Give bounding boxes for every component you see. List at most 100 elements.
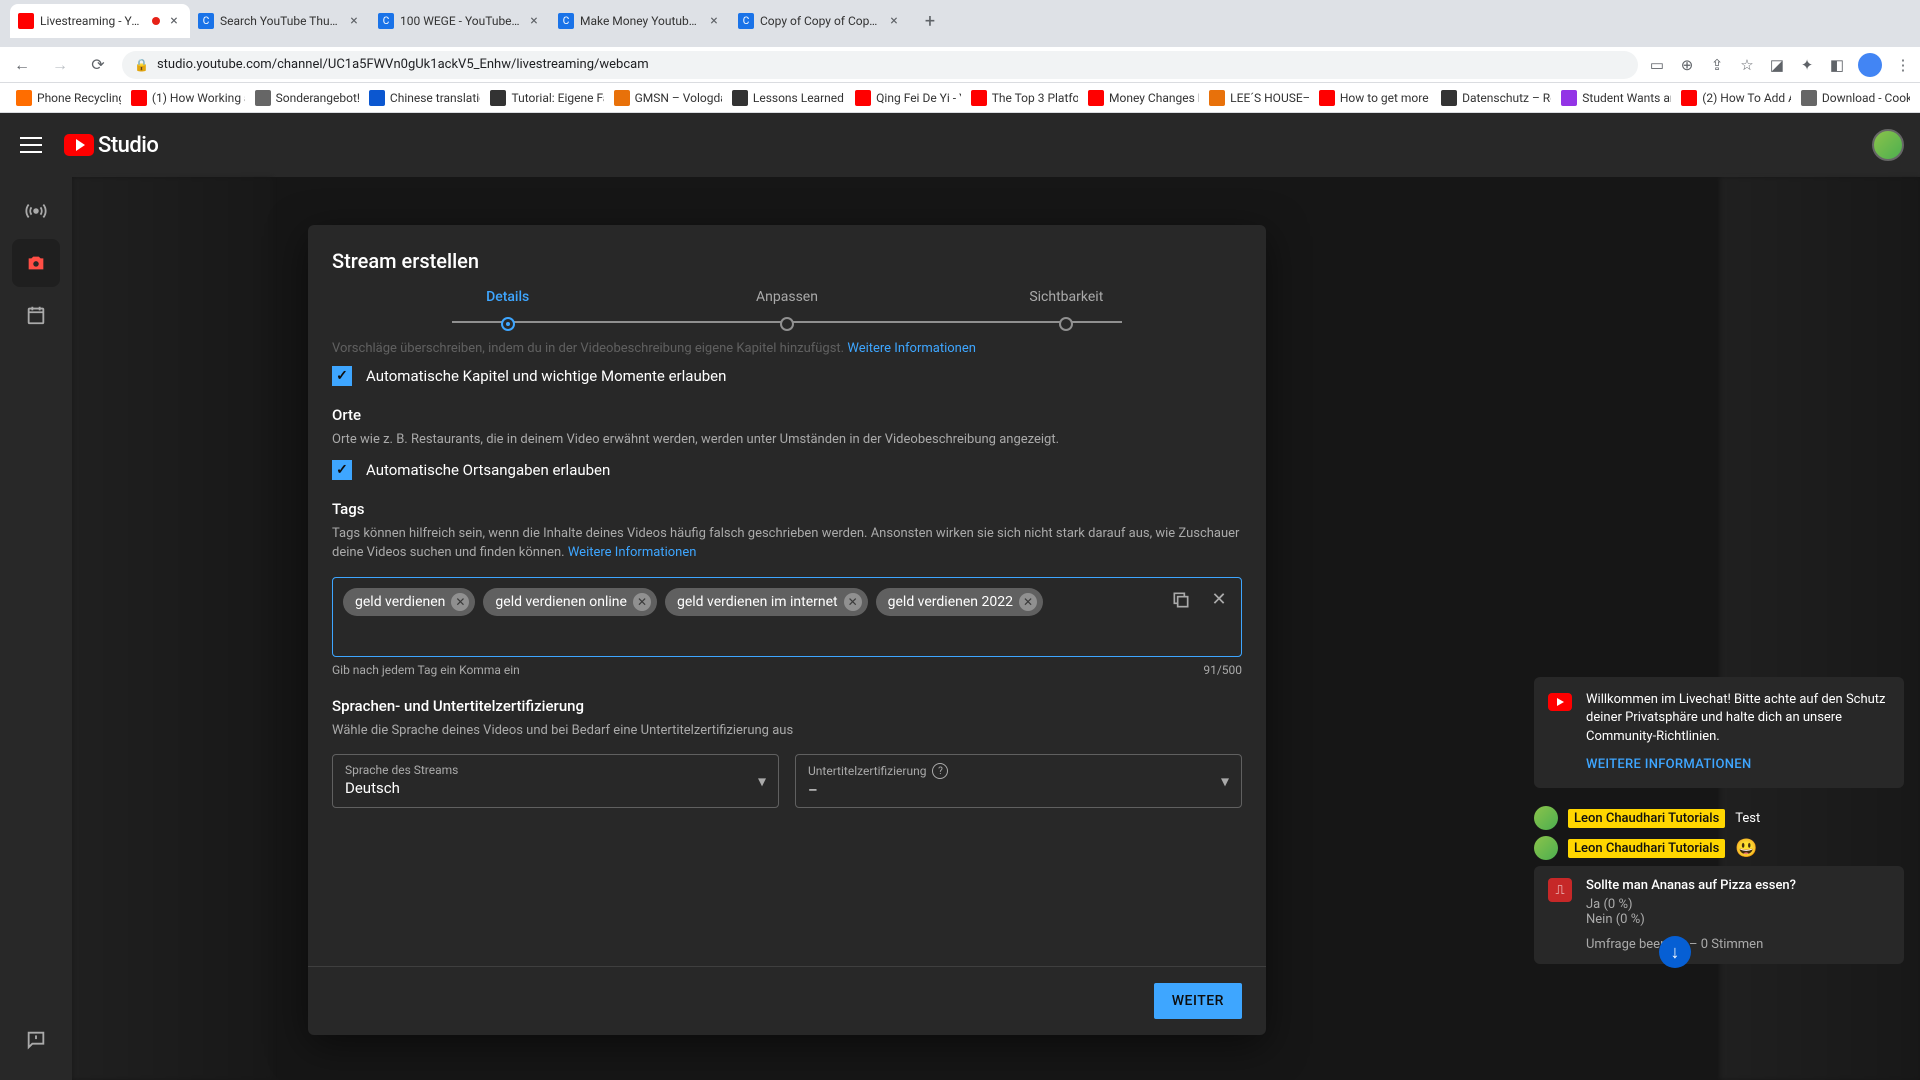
tag-chip: geld verdienen im internet✕ bbox=[665, 588, 868, 616]
clear-tags-button[interactable]: ✕ bbox=[1207, 588, 1231, 612]
bookmark-item[interactable]: Qing Fei De Yi - Y... bbox=[849, 87, 961, 109]
star-icon[interactable]: ☆ bbox=[1738, 56, 1756, 74]
bookmark-item[interactable]: The Top 3 Platfor... bbox=[965, 87, 1078, 109]
browser-tab[interactable]: C Search YouTube Thumbnail - C × bbox=[190, 4, 370, 38]
chat-text: 😃 bbox=[1735, 838, 1757, 859]
tags-input[interactable]: geld verdienen✕ geld verdienen online✕ g… bbox=[332, 577, 1242, 657]
avatar[interactable] bbox=[1534, 836, 1558, 860]
poll-status: Umfrage beendet – 0 Stimmen bbox=[1586, 937, 1890, 952]
extension-icon[interactable]: ◪ bbox=[1768, 56, 1786, 74]
auto-places-checkbox[interactable]: ✓ Automatische Ortsangaben erlauben bbox=[332, 460, 1242, 480]
reload-button[interactable]: ⟳ bbox=[84, 51, 112, 79]
poll-icon: ⎍ bbox=[1548, 878, 1572, 902]
chat-body[interactable]: Willkommen im Livechat! Bitte achte auf … bbox=[1518, 225, 1920, 974]
zoom-icon[interactable]: ⊕ bbox=[1678, 56, 1696, 74]
bookmark-item[interactable]: Tutorial: Eigene Fa... bbox=[484, 87, 603, 109]
close-icon[interactable]: × bbox=[706, 13, 722, 29]
close-icon[interactable]: × bbox=[526, 13, 542, 29]
bookmark-icon bbox=[1209, 90, 1225, 106]
new-tab-button[interactable]: + bbox=[916, 7, 944, 35]
browser-tab[interactable]: C 100 WEGE - YouTube Thumbn × bbox=[370, 4, 550, 38]
bookmark-icon bbox=[1561, 90, 1577, 106]
bookmark-item[interactable]: Money Changes E... bbox=[1082, 87, 1199, 109]
learn-more-link[interactable]: Weitere Informationen bbox=[568, 545, 697, 560]
rail-feedback[interactable] bbox=[12, 1016, 60, 1064]
dialog-title: Stream erstellen bbox=[308, 225, 1266, 289]
browser-tab[interactable]: C Make Money Youtube Thumb × bbox=[550, 4, 730, 38]
dialog-body[interactable]: Vorschläge überschreiben, indem du in de… bbox=[308, 335, 1266, 966]
auto-chapters-checkbox[interactable]: ✓ Automatische Kapitel und wichtige Mome… bbox=[332, 366, 1242, 386]
bookmark-item[interactable]: Student Wants an... bbox=[1555, 87, 1671, 109]
rail-stream[interactable] bbox=[12, 187, 60, 235]
scroll-down-button[interactable]: ↓ bbox=[1659, 936, 1691, 968]
back-button[interactable]: ← bbox=[8, 51, 36, 79]
bookmark-item[interactable]: Download - Cooki... bbox=[1795, 87, 1910, 109]
menu-button[interactable] bbox=[20, 133, 44, 157]
browser-tab-strip: Livestreaming - YouTube S × C Search You… bbox=[0, 0, 1920, 38]
cast-icon[interactable]: ▭ bbox=[1648, 56, 1666, 74]
tab-favicon bbox=[18, 13, 34, 29]
bookmark-item[interactable]: Lessons Learned f... bbox=[726, 87, 845, 109]
step-visibility[interactable]: Sichtbarkeit bbox=[927, 289, 1206, 335]
tags-hint: Gib nach jedem Tag ein Komma ein bbox=[332, 663, 520, 677]
tag-chip: geld verdienen 2022✕ bbox=[876, 588, 1043, 616]
puzzle-icon[interactable]: ✦ bbox=[1798, 56, 1816, 74]
learn-more-link[interactable]: Weitere Informationen bbox=[847, 341, 976, 356]
tab-favicon: C bbox=[198, 13, 214, 29]
bookmark-item[interactable]: How to get more v... bbox=[1313, 87, 1431, 109]
next-button[interactable]: WEITER bbox=[1154, 983, 1242, 1019]
youtube-icon bbox=[64, 134, 94, 156]
chat-author[interactable]: Leon Chaudhari Tutorials bbox=[1568, 839, 1725, 858]
browser-tab[interactable]: C Copy of Copy of Copy of Cop × bbox=[730, 4, 910, 38]
profile-avatar[interactable] bbox=[1858, 53, 1882, 77]
avatar[interactable] bbox=[1534, 806, 1558, 830]
forward-button[interactable]: → bbox=[46, 51, 74, 79]
bookmark-icon bbox=[855, 90, 871, 106]
stream-language-dropdown[interactable]: Sprache des Streams Deutsch ▾ bbox=[332, 754, 779, 808]
bookmark-icon bbox=[614, 90, 630, 106]
bookmark-item[interactable]: Phone Recycling... bbox=[10, 87, 121, 109]
tab-title: Livestreaming - YouTube S bbox=[40, 14, 146, 28]
remove-tag-icon[interactable]: ✕ bbox=[451, 593, 469, 611]
recording-indicator-icon bbox=[152, 17, 160, 25]
bookmark-item[interactable]: LEE´S HOUSE—... bbox=[1203, 87, 1309, 109]
remove-tag-icon[interactable]: ✕ bbox=[633, 593, 651, 611]
bookmark-item[interactable]: Chinese translatio... bbox=[363, 87, 481, 109]
tag-chip: geld verdienen online✕ bbox=[483, 588, 657, 616]
chat-author[interactable]: Leon Chaudhari Tutorials bbox=[1568, 809, 1725, 828]
bookmark-item[interactable]: GMSN – Vologda... bbox=[608, 87, 722, 109]
rail-manage[interactable] bbox=[12, 291, 60, 339]
create-stream-dialog: Stream erstellen Details Anpassen Sichtb… bbox=[308, 225, 1266, 1035]
help-icon[interactable]: ? bbox=[932, 763, 948, 779]
bookmark-item[interactable]: Sonderangebot! ... bbox=[249, 87, 359, 109]
camera-icon bbox=[25, 252, 47, 274]
step-details[interactable]: Details bbox=[368, 289, 647, 335]
bookmark-item[interactable]: (2) How To Add A... bbox=[1675, 87, 1791, 109]
copy-tags-button[interactable] bbox=[1169, 588, 1193, 612]
close-icon[interactable]: × bbox=[886, 13, 902, 29]
remove-tag-icon[interactable]: ✕ bbox=[844, 593, 862, 611]
kebab-icon[interactable]: ⋮ bbox=[1894, 56, 1912, 74]
bookmark-item[interactable]: (1) How Working a... bbox=[125, 87, 245, 109]
studio-logo[interactable]: Studio bbox=[64, 133, 158, 158]
antenna-icon bbox=[25, 200, 47, 222]
address-bar[interactable]: 🔒 studio.youtube.com/channel/UC1a5FWVn0g… bbox=[122, 51, 1638, 79]
caption-cert-dropdown[interactable]: Untertitelzertifizierung ? – ▾ bbox=[795, 754, 1242, 808]
sidepanel-icon[interactable]: ◧ bbox=[1828, 56, 1846, 74]
dropdown-label: Sprache des Streams bbox=[345, 763, 766, 777]
close-icon[interactable]: × bbox=[346, 13, 362, 29]
lang-desc: Wähle die Sprache deines Videos und bei … bbox=[332, 721, 1242, 741]
browser-tab[interactable]: Livestreaming - YouTube S × bbox=[10, 4, 190, 38]
bookmark-icon bbox=[255, 90, 271, 106]
address-bar-row: ← → ⟳ 🔒 studio.youtube.com/channel/UC1a5… bbox=[0, 47, 1920, 83]
rail-webcam[interactable] bbox=[12, 239, 60, 287]
account-avatar[interactable] bbox=[1872, 129, 1904, 161]
step-customize[interactable]: Anpassen bbox=[647, 289, 926, 335]
close-icon[interactable]: × bbox=[166, 13, 182, 29]
notice-link[interactable]: WEITERE INFORMATIONEN bbox=[1586, 756, 1890, 774]
remove-tag-icon[interactable]: ✕ bbox=[1019, 593, 1037, 611]
tab-title: Make Money Youtube Thumb bbox=[580, 14, 700, 28]
bookmark-item[interactable]: Datenschutz – Re... bbox=[1435, 87, 1551, 109]
share-icon[interactable]: ⇪ bbox=[1708, 56, 1726, 74]
url-text: studio.youtube.com/channel/UC1a5FWVn0gUk… bbox=[157, 57, 649, 72]
